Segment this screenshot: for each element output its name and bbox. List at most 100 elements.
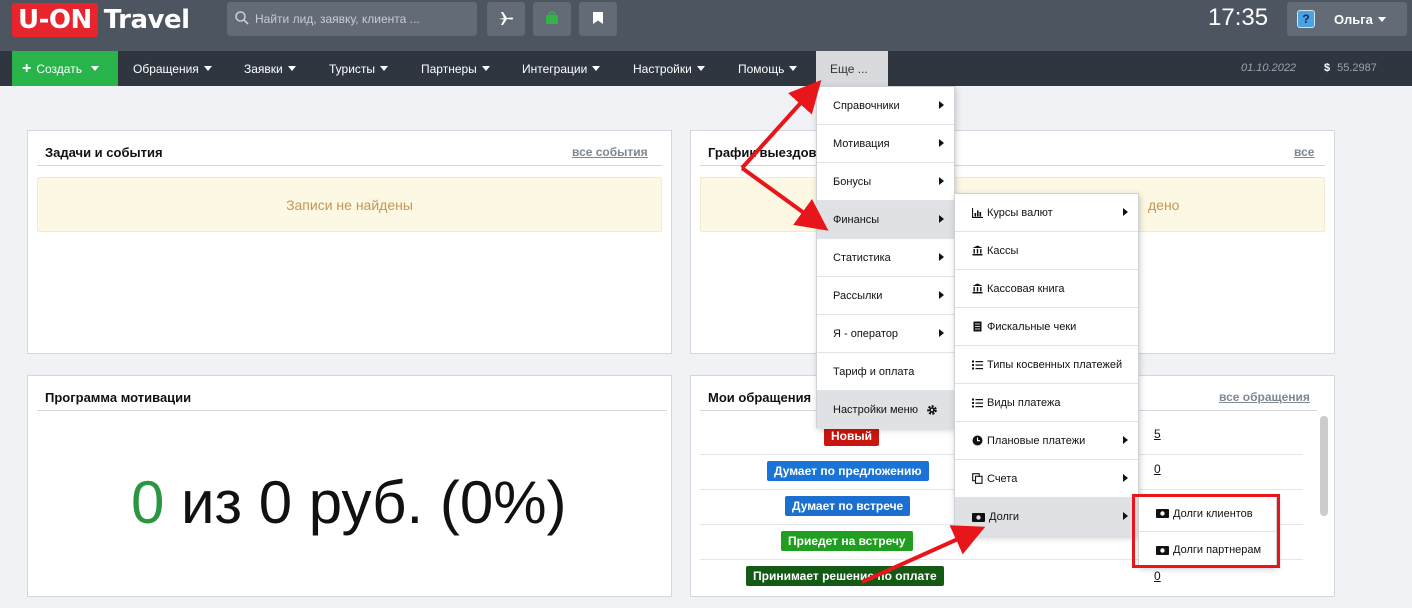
- chevron-right-icon: [1123, 512, 1128, 520]
- schedule-title-head: Графи: [708, 145, 750, 160]
- menu-item-bonuses[interactable]: Бонусы: [817, 163, 954, 201]
- request-count[interactable]: 5: [1154, 427, 1161, 441]
- nav-item-requests[interactable]: Заявки: [244, 51, 296, 86]
- menu-label: Долги: [989, 511, 1020, 523]
- briefcase-button[interactable]: [533, 2, 571, 36]
- menu-item-directories[interactable]: Справочники: [817, 87, 954, 125]
- chevron-down-icon: [789, 66, 798, 71]
- chevron-right-icon: [1123, 208, 1128, 216]
- menu-label: Курсы валют: [987, 206, 1053, 219]
- menu-item-invoices[interactable]: Счета: [955, 460, 1138, 498]
- plus-icon: +: [22, 59, 32, 77]
- current-date: 01.10.2022: [1241, 62, 1297, 74]
- top-bar: U-ON Travel 17:35 ? Ольга: [0, 0, 1412, 51]
- create-label: Создать: [36, 61, 82, 76]
- bank-icon: [971, 283, 983, 295]
- search-icon: [235, 10, 249, 28]
- menu-item-statistics[interactable]: Статистика: [817, 239, 954, 277]
- highlight-box: [1132, 494, 1280, 568]
- user-menu[interactable]: ? Ольга: [1287, 2, 1407, 36]
- chevron-right-icon: [939, 215, 944, 223]
- create-button[interactable]: + Создать: [12, 51, 118, 86]
- nav-item-help[interactable]: Помощь: [738, 51, 798, 86]
- empty-message: Записи не найдены: [37, 177, 662, 232]
- menu-item-cash-book[interactable]: Кассовая книга: [955, 270, 1138, 308]
- menu-label: Рассылки: [833, 289, 883, 302]
- chevron-down-icon: [1377, 16, 1386, 22]
- menu-item-indirect-payment-types[interactable]: Типы косвенных платежей: [955, 346, 1138, 384]
- menu-item-motivation[interactable]: Мотивация: [817, 125, 954, 163]
- nav-label: Туристы: [329, 61, 376, 76]
- finance-menu: Курсы валют Кассы Кассовая книга Фискаль…: [954, 193, 1139, 536]
- menu-item-menu-settings[interactable]: Настройки меню: [817, 391, 954, 429]
- motivation-value: 0: [131, 469, 165, 536]
- scrollbar[interactable]: [1320, 416, 1328, 516]
- chevron-down-icon: [380, 66, 389, 71]
- chevron-down-icon: [203, 66, 212, 71]
- logo[interactable]: U-ON Travel: [12, 3, 190, 37]
- nav-item-partners[interactable]: Партнеры: [421, 51, 490, 86]
- all-requests-link[interactable]: все обращения: [1219, 390, 1310, 404]
- schedule-title: График выездов: [708, 145, 817, 160]
- bookmark-icon: [592, 11, 604, 28]
- bank-icon: [971, 245, 983, 257]
- menu-label: Справочники: [833, 99, 900, 112]
- nav-bar: + Создать Обращения Заявки Туристы Партн…: [0, 51, 1412, 86]
- menu-item-fiscal-receipts[interactable]: Фискальные чеки: [955, 308, 1138, 346]
- nav-item-tourists[interactable]: Туристы: [329, 51, 389, 86]
- menu-label: Кассы: [987, 244, 1019, 257]
- chevron-down-icon: [696, 66, 705, 71]
- search-box[interactable]: [227, 2, 477, 36]
- status-badge: Новый: [824, 426, 879, 446]
- chevron-right-icon: [1123, 436, 1128, 444]
- clock-icon: [971, 435, 983, 447]
- menu-item-tariff[interactable]: Тариф и оплата: [817, 353, 954, 391]
- all-events-link[interactable]: все события: [572, 145, 648, 159]
- receipt-icon: [971, 321, 983, 333]
- menu-item-debts[interactable]: Долги: [955, 498, 1138, 536]
- plane-button[interactable]: [487, 2, 525, 36]
- motivation-progress: 0 из 0 руб. (0%): [131, 468, 567, 537]
- menu-label: Настройки меню: [833, 404, 918, 416]
- nav-label: Интеграции: [522, 61, 588, 76]
- request-count[interactable]: 0: [1154, 462, 1161, 476]
- all-schedule-link[interactable]: все: [1294, 145, 1314, 159]
- menu-item-payment-kinds[interactable]: Виды платежа: [955, 384, 1138, 422]
- status-badge: Думает по встрече: [785, 496, 911, 516]
- menu-label: Я - оператор: [833, 327, 899, 340]
- logo-uon: U-ON: [12, 3, 98, 37]
- status-badge: Приедет на встречу: [781, 531, 913, 551]
- motivation-title: Программа мотивации: [45, 390, 192, 405]
- nav-item-settings[interactable]: Настройки: [633, 51, 705, 86]
- help-icon: ?: [1297, 10, 1315, 28]
- nav-label: Обращения: [133, 61, 199, 76]
- menu-item-operator[interactable]: Я - оператор: [817, 315, 954, 353]
- chevron-right-icon: [939, 253, 944, 261]
- motivation-panel: Программа мотивации 0 из 0 руб. (0%): [27, 375, 672, 597]
- dollar-icon: $: [1324, 62, 1331, 74]
- nav-item-more[interactable]: Еще ...: [816, 51, 888, 86]
- menu-label: Бонусы: [833, 175, 872, 188]
- menu-label: Статистика: [833, 251, 891, 264]
- menu-item-cash-desks[interactable]: Кассы: [955, 232, 1138, 270]
- menu-label: Плановые платежи: [987, 434, 1086, 447]
- bookmark-button[interactable]: [579, 2, 617, 36]
- requests-title: Мои обращения: [708, 390, 812, 405]
- menu-item-finance[interactable]: Финансы: [817, 201, 954, 239]
- rate-value: 55.2987: [1337, 62, 1377, 74]
- menu-item-mailings[interactable]: Рассылки: [817, 277, 954, 315]
- menu-item-currency-rates[interactable]: Курсы валют: [955, 194, 1138, 232]
- menu-item-planned-payments[interactable]: Плановые платежи: [955, 422, 1138, 460]
- schedule-title-tail: к выездов: [749, 145, 817, 160]
- request-count[interactable]: 0: [1154, 569, 1161, 583]
- chevron-right-icon: [1123, 474, 1128, 482]
- nav-item-appeals[interactable]: Обращения: [133, 51, 212, 86]
- status-badge: Принимает решение по оплате: [746, 566, 944, 586]
- chart-icon: [971, 207, 983, 219]
- chevron-down-icon: [592, 66, 601, 71]
- nav-item-integrations[interactable]: Интеграции: [522, 51, 601, 86]
- search-input[interactable]: [255, 12, 465, 26]
- menu-label: Мотивация: [833, 137, 890, 150]
- divider: [37, 410, 667, 411]
- chevron-down-icon: [287, 66, 296, 71]
